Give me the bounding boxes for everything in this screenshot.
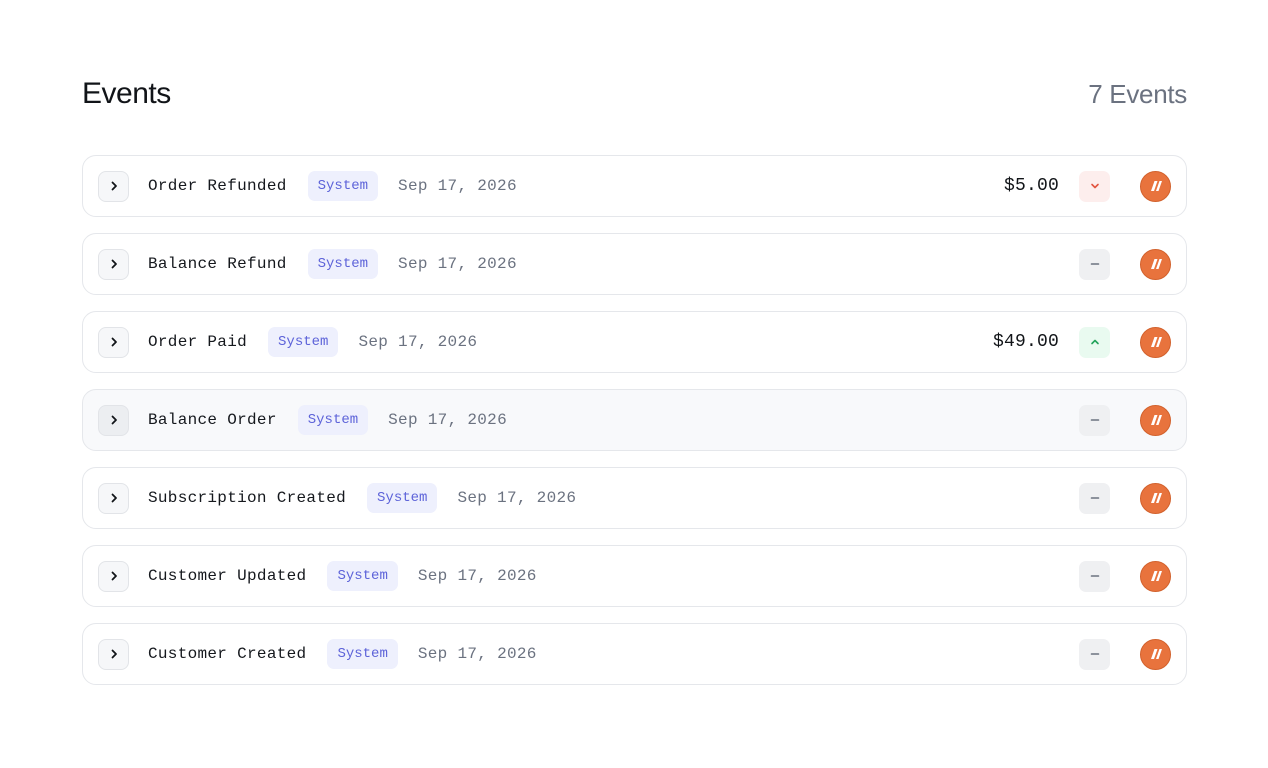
source-badge: System [327, 561, 398, 591]
source-badge: System [297, 405, 369, 435]
chevron-down-icon [1090, 183, 1099, 189]
org-logo-icon [1150, 259, 1162, 269]
event-row[interactable]: Customer Created System Sep 17, 2026 [82, 623, 1187, 685]
events-header: Events 7 Events [82, 74, 1187, 114]
avatar[interactable] [1140, 404, 1171, 436]
events-page: Events 7 Events Order Refunded System Se… [0, 0, 1268, 768]
source-badge: System [327, 639, 398, 669]
event-row[interactable]: Subscription Created System Sep 17, 2026 [82, 467, 1187, 529]
events-count: 7 Events [1088, 78, 1187, 109]
event-amount: $5.00 [1003, 176, 1059, 196]
avatar[interactable] [1140, 170, 1171, 202]
delta-indicator [1079, 248, 1110, 280]
minus-icon [1090, 419, 1099, 421]
event-date: Sep 17, 2026 [358, 333, 478, 351]
org-logo-icon [1150, 493, 1162, 503]
event-name: Order Refunded [148, 177, 287, 195]
event-date: Sep 17, 2026 [388, 411, 507, 429]
expand-button[interactable] [98, 248, 129, 280]
event-date: Sep 17, 2026 [417, 567, 537, 585]
source-badge: System [367, 483, 438, 513]
chevron-right-icon [111, 649, 117, 659]
chevron-up-icon [1090, 339, 1099, 345]
event-name: Subscription Created [148, 489, 347, 507]
minus-icon [1090, 575, 1099, 577]
event-name: Order Paid [148, 333, 248, 351]
event-date: Sep 17, 2026 [398, 177, 517, 195]
event-name: Customer Updated [148, 567, 307, 585]
expand-button[interactable] [98, 404, 129, 436]
chevron-right-icon [111, 181, 117, 191]
delta-indicator [1079, 482, 1110, 514]
delta-indicator [1079, 326, 1110, 358]
event-name: Balance Order [148, 411, 277, 429]
delta-indicator [1079, 638, 1110, 670]
event-row[interactable]: Order Refunded System Sep 17, 2026 $5.00 [82, 155, 1187, 217]
minus-icon [1090, 263, 1099, 265]
event-name: Customer Created [148, 645, 307, 663]
event-row[interactable]: Balance Order System Sep 17, 2026 [82, 389, 1187, 451]
event-date: Sep 17, 2026 [457, 489, 577, 507]
avatar[interactable] [1140, 482, 1171, 514]
source-badge: System [307, 249, 379, 279]
avatar[interactable] [1140, 560, 1171, 592]
delta-indicator [1079, 404, 1110, 436]
event-row[interactable]: Balance Refund System Sep 17, 2026 [82, 233, 1187, 295]
page-title: Events [82, 77, 171, 110]
chevron-right-icon [111, 571, 117, 581]
chevron-right-icon [111, 415, 117, 425]
expand-button[interactable] [98, 638, 129, 670]
expand-button[interactable] [98, 326, 129, 358]
minus-icon [1090, 653, 1099, 655]
event-amount: $49.00 [992, 332, 1059, 352]
chevron-right-icon [111, 493, 117, 503]
source-badge: System [307, 171, 379, 201]
expand-button[interactable] [98, 170, 129, 202]
avatar[interactable] [1140, 638, 1171, 670]
org-logo-icon [1150, 571, 1162, 581]
org-logo-icon [1150, 415, 1162, 425]
expand-button[interactable] [98, 560, 129, 592]
delta-indicator [1079, 560, 1110, 592]
avatar[interactable] [1140, 326, 1171, 358]
expand-button[interactable] [98, 482, 129, 514]
delta-indicator [1079, 170, 1110, 202]
events-list: Order Refunded System Sep 17, 2026 $5.00… [82, 155, 1187, 701]
org-logo-icon [1150, 649, 1162, 659]
org-logo-icon [1150, 337, 1162, 347]
avatar[interactable] [1140, 248, 1171, 280]
minus-icon [1090, 497, 1099, 499]
chevron-right-icon [111, 337, 117, 347]
chevron-right-icon [111, 259, 117, 269]
event-row[interactable]: Order Paid System Sep 17, 2026 $49.00 [82, 311, 1187, 373]
event-date: Sep 17, 2026 [417, 645, 537, 663]
source-badge: System [268, 327, 339, 357]
event-row[interactable]: Customer Updated System Sep 17, 2026 [82, 545, 1187, 607]
event-date: Sep 17, 2026 [398, 255, 517, 273]
org-logo-icon [1150, 181, 1162, 191]
event-name: Balance Refund [148, 255, 287, 273]
